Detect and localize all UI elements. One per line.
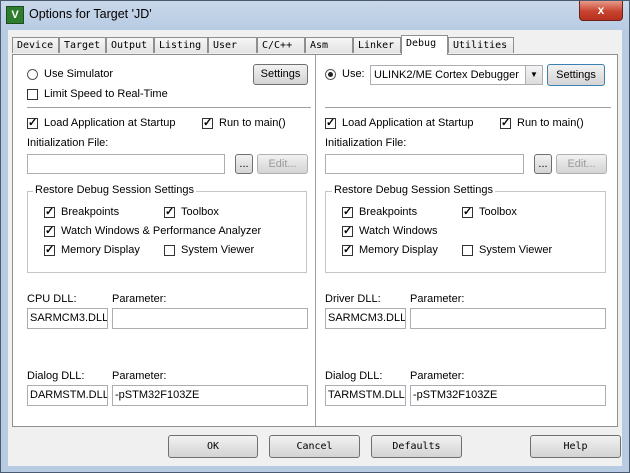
right-restore-group-title: Restore Debug Session Settings [332,184,495,196]
driver-dll-parameter-label: Parameter: [410,293,465,305]
tab-asm[interactable]: Asm [305,37,353,53]
left-load-app-label: Load Application at Startup [44,117,176,129]
use-simulator-label: Use Simulator [44,68,114,80]
left-edit-button[interactable]: Edit... [257,154,308,174]
left-dialog-parameter-input[interactable]: -pSTM32F103ZE [112,385,308,406]
cancel-button[interactable]: Cancel [269,435,360,458]
left-system-viewer-label: System Viewer [181,244,255,256]
left-run-to-main-checkbox[interactable] [202,116,213,129]
cpu-dll-input[interactable]: SARMCM3.DLL [27,308,108,329]
right-memory-display-label: Memory Display [359,244,438,256]
left-watch-windows-checkbox[interactable] [44,224,55,237]
right-run-to-main-checkbox[interactable] [500,116,511,129]
window-title: Options for Target 'JD' [29,7,152,21]
dialog-client: Device Target Output Listing User C/C++ … [8,30,622,466]
cpu-dll-parameter-label: Parameter: [112,293,167,305]
tab-c-cpp[interactable]: C/C++ [257,37,305,53]
left-separator [27,107,311,108]
debug-panel: Use Simulator Settings Limit Speed to Re… [12,54,618,427]
left-init-file-label: Initialization File: [27,137,109,149]
right-edit-button[interactable]: Edit... [556,154,607,174]
right-run-to-main-label: Run to main() [517,117,584,129]
right-watch-windows-checkbox[interactable] [342,224,353,237]
debugger-select-value: ULINK2/ME Cortex Debugger [374,69,519,81]
left-dialog-dll-label: Dialog DLL: [27,370,85,382]
right-load-app-label: Load Application at Startup [342,117,474,129]
left-browse-button[interactable]: ... [235,154,253,174]
left-toolbox-label: Toolbox [181,206,219,218]
close-button[interactable]: x [579,1,623,21]
driver-dll-label: Driver DLL: [325,293,381,305]
right-dialog-dll-label: Dialog DLL: [325,370,383,382]
options-dialog: V Options for Target 'JD' x Device Targe… [0,0,630,473]
tab-utilities[interactable]: Utilities [448,37,514,53]
tab-user[interactable]: User [208,37,257,53]
tab-device[interactable]: Device [12,37,59,53]
driver-dll-input[interactable]: SARMCM3.DLL [325,308,406,329]
tab-output[interactable]: Output [106,37,154,53]
right-breakpoints-label: Breakpoints [359,206,418,218]
use-label: Use: [342,68,365,80]
tab-linker[interactable]: Linker [353,37,401,53]
right-watch-windows-label: Watch Windows [359,225,438,237]
left-dialog-parameter-label: Parameter: [112,370,167,382]
debugger-settings-button[interactable]: Settings [547,64,605,86]
right-system-viewer-checkbox[interactable] [462,245,473,256]
right-toolbox-checkbox[interactable] [462,205,473,218]
right-dialog-dll-input[interactable]: TARMSTM.DLL [325,385,406,406]
left-init-file-input[interactable] [27,154,225,174]
left-memory-display-label: Memory Display [61,244,140,256]
ok-button[interactable]: OK [168,435,258,458]
left-restore-group-title: Restore Debug Session Settings [33,184,196,196]
right-memory-display-checkbox[interactable] [342,243,353,256]
title-bar[interactable]: V Options for Target 'JD' x [1,1,629,29]
column-divider [315,55,316,426]
left-breakpoints-checkbox[interactable] [44,205,55,218]
cpu-dll-label: CPU DLL: [27,293,77,305]
cpu-dll-parameter-input[interactable] [112,308,308,329]
defaults-button[interactable]: Defaults [371,435,462,458]
left-breakpoints-label: Breakpoints [61,206,120,218]
left-dialog-dll-input[interactable]: DARMSTM.DLL [27,385,108,406]
left-toolbox-checkbox[interactable] [164,205,175,218]
simulator-settings-button[interactable]: Settings [253,64,308,85]
left-memory-display-checkbox[interactable] [44,243,55,256]
limit-speed-label: Limit Speed to Real-Time [44,88,168,100]
tab-debug[interactable]: Debug [401,35,448,55]
use-simulator-radio[interactable] [27,69,38,80]
left-load-app-checkbox[interactable] [27,116,38,129]
right-load-app-checkbox[interactable] [325,116,336,129]
right-dialog-parameter-label: Parameter: [410,370,465,382]
right-separator [325,107,611,108]
right-init-file-label: Initialization File: [325,137,407,149]
right-init-file-input[interactable] [325,154,524,174]
use-debugger-radio[interactable] [325,69,336,80]
right-toolbox-label: Toolbox [479,206,517,218]
right-dialog-parameter-input[interactable]: -pSTM32F103ZE [410,385,606,406]
left-run-to-main-label: Run to main() [219,117,286,129]
right-browse-button[interactable]: ... [534,154,552,174]
right-system-viewer-label: System Viewer [479,244,553,256]
app-icon: V [6,6,24,24]
left-system-viewer-checkbox[interactable] [164,245,175,256]
tab-listing[interactable]: Listing [154,37,208,53]
left-watch-windows-label: Watch Windows & Performance Analyzer [61,225,262,237]
right-breakpoints-checkbox[interactable] [342,205,353,218]
debugger-select[interactable]: ULINK2/ME Cortex Debugger ▼ [370,65,543,85]
help-button[interactable]: Help [530,435,621,458]
limit-speed-checkbox[interactable] [27,89,38,100]
driver-dll-parameter-input[interactable] [410,308,606,329]
tab-target[interactable]: Target [59,37,106,53]
chevron-down-icon[interactable]: ▼ [525,66,542,84]
